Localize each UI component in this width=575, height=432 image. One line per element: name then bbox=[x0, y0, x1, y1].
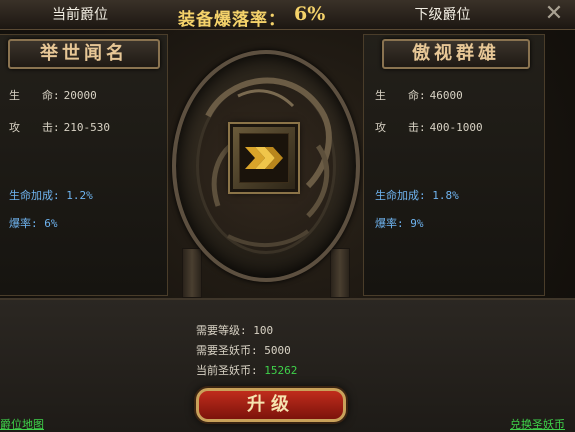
current-coin-row: 当前圣妖币: 15262 bbox=[196, 362, 297, 378]
hp-value: 46000 bbox=[429, 89, 463, 102]
required-coin-value: 5000 bbox=[264, 344, 291, 357]
attack-value: 400-1000 bbox=[429, 121, 483, 134]
chevron-rank-icon bbox=[239, 133, 289, 183]
next-hp-bonus-row: 生命加成: 1.8% bbox=[375, 187, 459, 203]
hp-bonus-value: 1.8% bbox=[432, 189, 459, 202]
next-rank-heading: 下级爵位 bbox=[414, 7, 471, 23]
current-rank-title: 举世闻名 bbox=[8, 39, 160, 69]
drop-value: 9% bbox=[410, 217, 424, 230]
exchange-coin-link[interactable]: 兑换圣妖币 bbox=[510, 416, 565, 432]
current-coin-value: 15262 bbox=[264, 364, 298, 377]
next-rank-panel: 傲视群雄 生 命: 46000 攻 击: 400-1000 生命加成: 1.8%… bbox=[363, 34, 545, 296]
current-rank-heading: 当前爵位 bbox=[52, 7, 108, 23]
required-level-row: 需要等级: 100 bbox=[196, 322, 273, 338]
header-bar: 当前爵位 装备爆落率： 6% 下级爵位 ✕ bbox=[0, 0, 575, 30]
next-hp-row: 生 命: 46000 bbox=[375, 87, 463, 103]
rank-emblem bbox=[228, 122, 300, 194]
drop-rate-value: 6% bbox=[294, 3, 326, 25]
required-coin-row: 需要圣妖币: 5000 bbox=[196, 342, 291, 358]
rank-medallion bbox=[168, 36, 364, 298]
upgrade-button[interactable]: 升级 bbox=[196, 388, 346, 422]
required-level-value: 100 bbox=[253, 324, 274, 337]
hp-label: 生 命: bbox=[9, 89, 60, 102]
required-coin-label: 需要圣妖币: bbox=[196, 344, 258, 357]
next-rank-title: 傲视群雄 bbox=[382, 39, 530, 69]
drop-value: 6% bbox=[44, 217, 58, 230]
hp-bonus-label: 生命加成: bbox=[9, 189, 60, 202]
hp-label: 生 命: bbox=[375, 89, 426, 102]
close-icon[interactable]: ✕ bbox=[540, 2, 568, 26]
current-rank-panel: 举世闻名 生 命: 20000 攻 击: 210-530 生命加成: 1.2% … bbox=[0, 34, 168, 296]
next-drop-row: 爆率: 9% bbox=[375, 215, 424, 231]
current-drop-row: 爆率: 6% bbox=[9, 215, 58, 231]
attack-label: 攻 击: bbox=[375, 121, 426, 134]
drop-label: 爆率: bbox=[375, 217, 404, 230]
current-hp-bonus-row: 生命加成: 1.2% bbox=[9, 187, 93, 203]
current-coin-label: 当前圣妖币: bbox=[196, 364, 258, 377]
rank-upgrade-window: 当前爵位 装备爆落率： 6% 下级爵位 ✕ 举世闻名 生 命: 20000 攻 … bbox=[0, 0, 575, 432]
current-hp-row: 生 命: 20000 bbox=[9, 87, 97, 103]
drop-rate-label: 装备爆落率： bbox=[178, 10, 286, 30]
attack-value: 210-530 bbox=[63, 121, 110, 134]
drop-label: 爆率: bbox=[9, 217, 38, 230]
upgrade-footer: 需要等级: 100 需要圣妖币: 5000 当前圣妖币: 15262 升级 爵位… bbox=[0, 298, 575, 432]
next-attack-row: 攻 击: 400-1000 bbox=[375, 119, 483, 135]
required-level-label: 需要等级: bbox=[196, 324, 247, 337]
rank-map-link[interactable]: 爵位地图 bbox=[0, 416, 44, 432]
hp-bonus-value: 1.2% bbox=[66, 189, 93, 202]
current-attack-row: 攻 击: 210-530 bbox=[9, 119, 110, 135]
drop-rate-display: 装备爆落率： 6% bbox=[178, 2, 338, 30]
hp-value: 20000 bbox=[63, 89, 97, 102]
hp-bonus-label: 生命加成: bbox=[375, 189, 426, 202]
attack-label: 攻 击: bbox=[9, 121, 60, 134]
